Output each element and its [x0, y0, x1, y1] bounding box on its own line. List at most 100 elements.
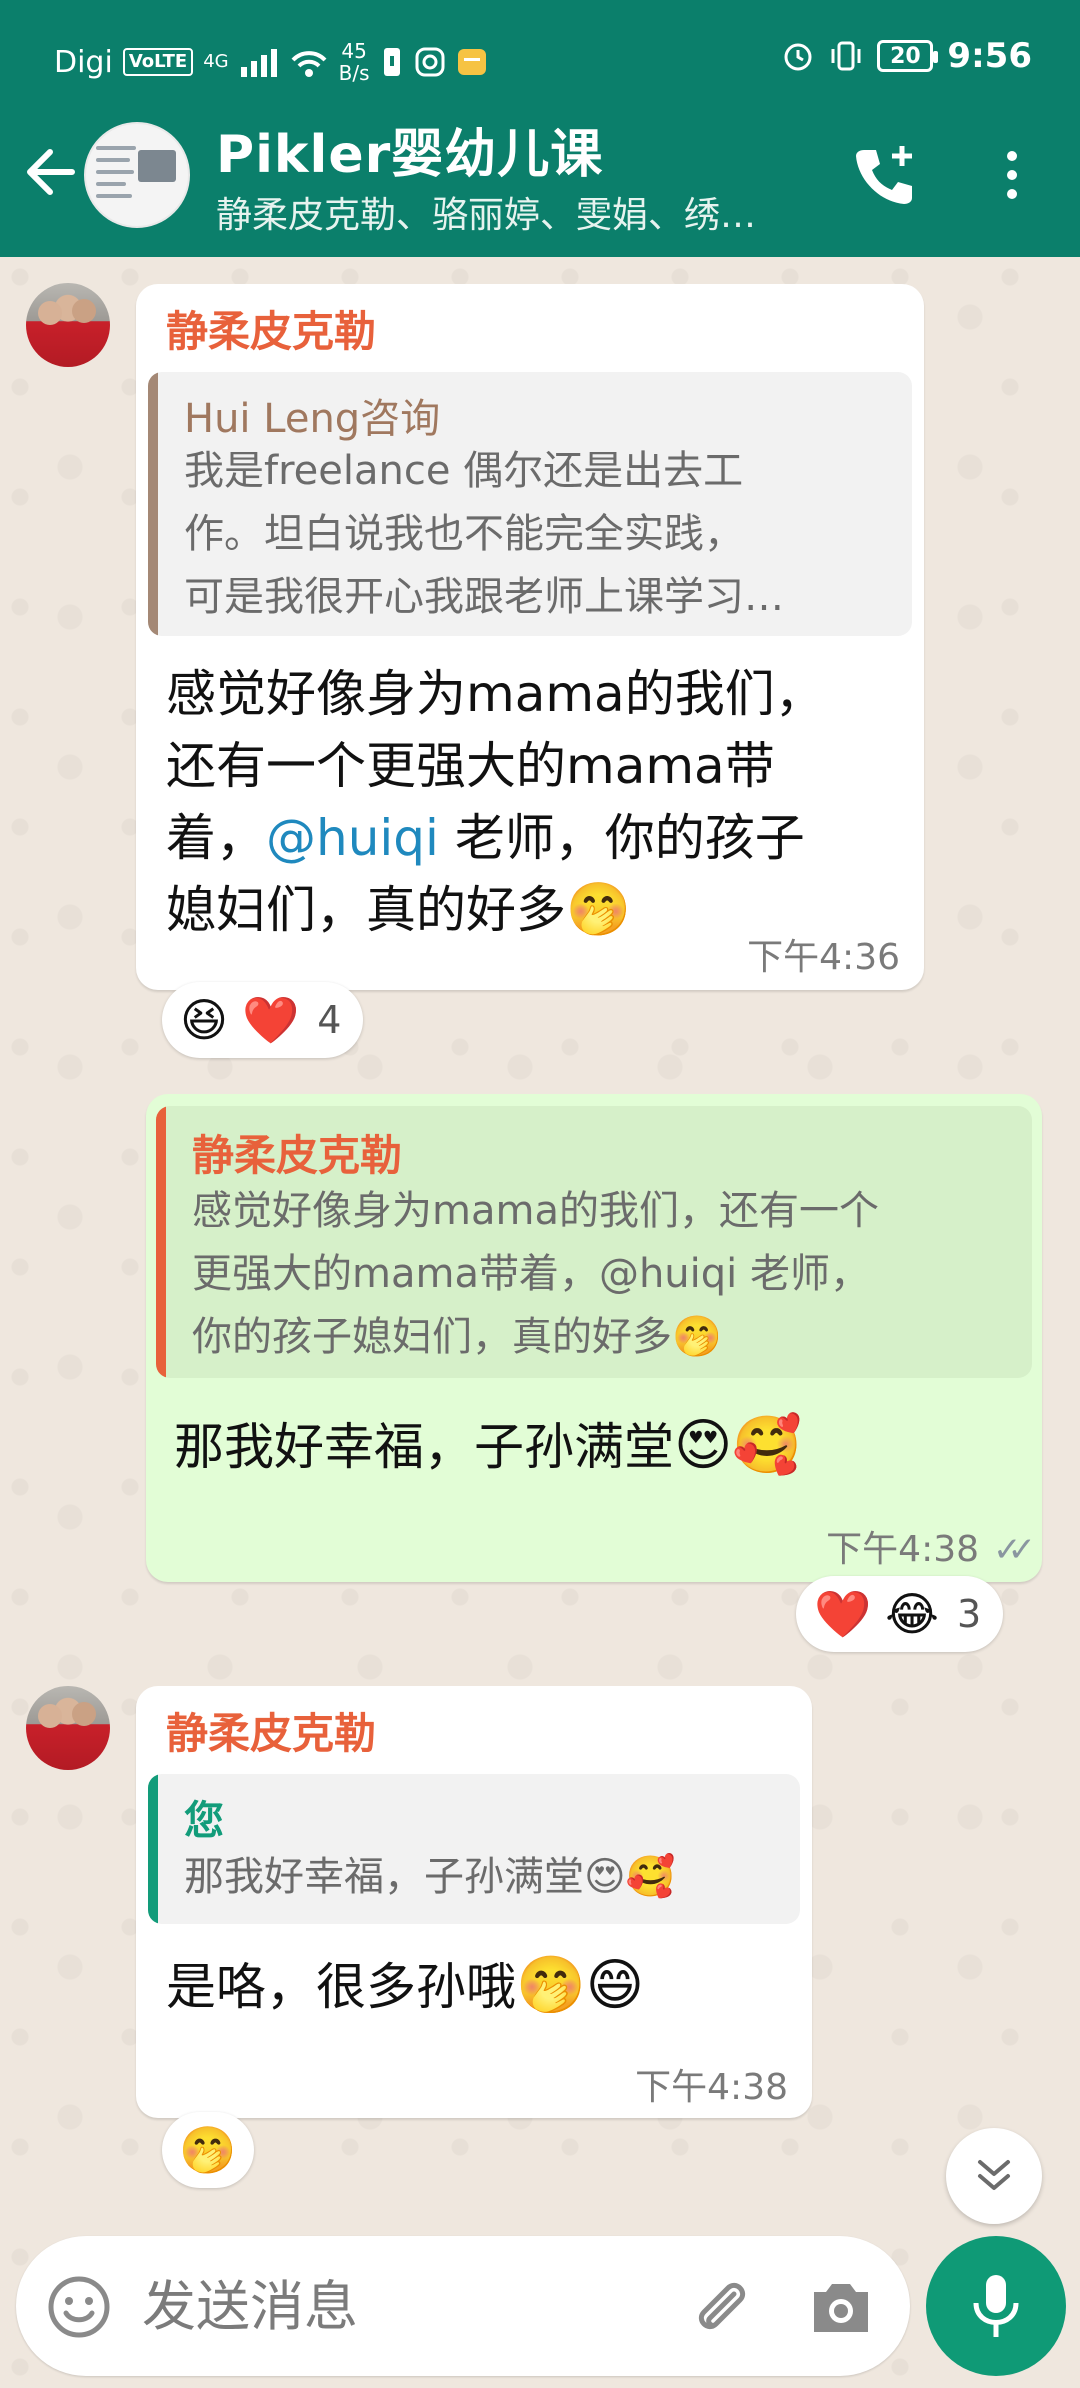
message-line-part: 老师，你的孩子 [454, 809, 805, 867]
heart-eyes-emoji: 😍 [584, 1854, 626, 1900]
status-right: 20 9:56 [781, 36, 1032, 76]
quoted-message[interactable]: 静柔皮克勒 感觉好像身为mama的我们，还有一个 更强大的mama带着，@hui… [156, 1106, 1032, 1378]
camera-button[interactable] [806, 2274, 876, 2340]
network-type: 4G [203, 51, 229, 72]
message-time: 下午4:38 [635, 2067, 788, 2108]
volte-badge: VoLTE [122, 48, 194, 76]
battery-indicator: 20 [877, 40, 939, 72]
sender-avatar[interactable] [26, 1686, 110, 1770]
instagram-icon [415, 47, 445, 77]
message-text: 那我好幸福，子孙满堂😍🥰 [174, 1410, 1014, 1483]
message-bubble-incoming[interactable]: 静柔皮克勒 您 那我好幸福，子孙满堂😍🥰 是咯，很多孙哦🤭😄 下午4:38 [136, 1686, 812, 2118]
quoted-message[interactable]: Hui Leng咨询 我是freelance 偶尔还是出去工 作。坦白说我也不能… [148, 372, 912, 636]
smiling-hearts-emoji: 🥰 [732, 1413, 803, 1478]
back-arrow-icon [27, 149, 75, 195]
quote-bar [148, 1774, 158, 1924]
signal-icon [240, 49, 277, 77]
quote-line: 作。坦白说我也不能完全实践， [184, 511, 744, 557]
quote-line: 更强大的mama带着，@huiqi 老师， [192, 1251, 870, 1297]
message-time-row: 下午4:38 ✓✓ [826, 1520, 1036, 1572]
avatar-doc-line [96, 182, 126, 186]
quote-line-part: 你的孩子媳妇们，真的好多 [192, 1314, 672, 1360]
mic-icon [973, 2275, 1019, 2337]
camera-icon [814, 2284, 868, 2332]
app-bar: Digi VoLTE 4G 45 B/s 20 9:56 Pikler婴幼儿课 … [0, 0, 1080, 257]
quote-sender: Hui Leng咨询 [184, 396, 441, 442]
heart-emoji: ❤️ [241, 992, 300, 1047]
sender-avatar[interactable] [26, 283, 110, 367]
more-vert-icon [1007, 151, 1017, 161]
message-line-part: 着， [166, 809, 266, 867]
carrier-label: Digi [54, 44, 113, 80]
message-input[interactable] [142, 2266, 662, 2346]
back-button[interactable] [22, 142, 78, 202]
reaction-count: 3 [957, 1592, 982, 1636]
speed-unit: B/s [338, 61, 370, 85]
avatar-doc-line [96, 170, 134, 174]
message-text: 感觉好像身为mama的我们， 还有一个更强大的mama带 着，@huiqi 老师… [166, 658, 906, 946]
message-composer [16, 2236, 910, 2376]
message-time: 下午4:36 [747, 937, 900, 978]
avatar-doc-line [96, 158, 130, 162]
note-app-icon [457, 49, 486, 75]
hand-over-mouth-emoji: 🤭 [516, 1953, 586, 2018]
message-line: 感觉好像身为mama的我们， [166, 665, 825, 723]
emoji-icon [48, 2276, 110, 2338]
add-call-icon [856, 146, 912, 204]
emoji-button[interactable] [46, 2274, 112, 2340]
quote-sender: 静柔皮克勒 [192, 1131, 403, 1180]
reaction-pill[interactable]: ❤️ 😂 3 [796, 1576, 1004, 1652]
message-bubble-outgoing[interactable]: 静柔皮克勒 感觉好像身为mama的我们，还有一个 更强大的mama带着，@hui… [146, 1094, 1042, 1582]
vibrate-icon [831, 41, 861, 71]
quote-bar [156, 1106, 166, 1378]
tears-of-joy-emoji: 😂 [885, 1587, 940, 1641]
grinning-emoji: 😄 [585, 1953, 645, 2018]
voice-message-button[interactable] [926, 2236, 1066, 2376]
quote-bar [148, 372, 158, 636]
scroll-to-bottom-button[interactable] [946, 2128, 1042, 2224]
heart-emoji: ❤️ [814, 1586, 872, 1641]
reaction-pill[interactable]: 🤭 [162, 2112, 254, 2188]
reaction-pill[interactable]: 😆 ❤️ 4 [162, 982, 364, 1058]
chat-members[interactable]: 静柔皮克勒、骆丽婷、雯娟、绣… [216, 186, 756, 238]
quote-line: 我是freelance 偶尔还是出去工 [184, 448, 744, 494]
hand-over-mouth-emoji: 🤭 [566, 880, 631, 940]
quoted-message[interactable]: 您 那我好幸福，子孙满堂😍🥰 [148, 1774, 800, 1924]
heart-eyes-emoji: 😍 [674, 1413, 733, 1478]
quote-line: 你的孩子媳妇们，真的好多🤭 [192, 1306, 1012, 1369]
message-bubble-incoming[interactable]: 静柔皮克勒 Hui Leng咨询 我是freelance 偶尔还是出去工 作。坦… [136, 284, 924, 990]
more-options-button[interactable] [992, 140, 1032, 210]
attach-icon [698, 2282, 746, 2330]
quote-line: 那我好幸福，子孙满堂 [184, 1854, 584, 1900]
speed-value: 45 [341, 39, 367, 63]
message-time: 下午4:38 [826, 1529, 980, 1570]
reaction-count: 4 [317, 998, 342, 1042]
wifi-icon [291, 51, 327, 77]
chat-title[interactable]: Pikler婴幼儿课 [216, 112, 603, 187]
attach-button[interactable] [686, 2272, 756, 2342]
status-left: Digi VoLTE 4G 45 B/s [54, 40, 488, 84]
message-line-part: 媳妇们，真的好多 [166, 881, 566, 939]
mention-link[interactable]: @huiqi [266, 809, 439, 867]
smiling-hearts-emoji: 🥰 [625, 1854, 676, 1900]
sender-name[interactable]: 静柔皮克勒 [166, 298, 376, 359]
sender-name[interactable]: 静柔皮克勒 [166, 1700, 376, 1761]
hand-over-mouth-emoji: 🤭 [672, 1314, 722, 1360]
avatar-doc-line [96, 146, 136, 150]
message-line: 还有一个更强大的mama带 [166, 737, 775, 795]
group-avatar[interactable] [84, 122, 190, 228]
hand-over-mouth-emoji: 🤭 [179, 2122, 237, 2177]
message-line: 是咯，很多孙哦 [166, 1958, 516, 2016]
message-text: 是咯，很多孙哦🤭😄 [166, 1950, 786, 2023]
status-bar: Digi VoLTE 4G 45 B/s 20 9:56 [0, 0, 1080, 118]
clock: 9:56 [947, 36, 1032, 76]
add-call-button[interactable] [850, 140, 920, 210]
double-chevron-down-icon [978, 2160, 1010, 2190]
message-line: 那我好幸福，子孙满堂 [174, 1418, 674, 1476]
quote-text: 那我好幸福，子孙满堂😍🥰 [184, 1846, 780, 1909]
alarm-icon [784, 43, 812, 71]
quote-text: 我是freelance 偶尔还是出去工 作。坦白说我也不能完全实践， 可是我很开… [184, 440, 892, 629]
quote-sender: 您 [184, 1798, 224, 1844]
message-line: 着，@huiqi 老师，你的孩子 [166, 802, 906, 874]
avatar-doc-line [96, 194, 132, 198]
